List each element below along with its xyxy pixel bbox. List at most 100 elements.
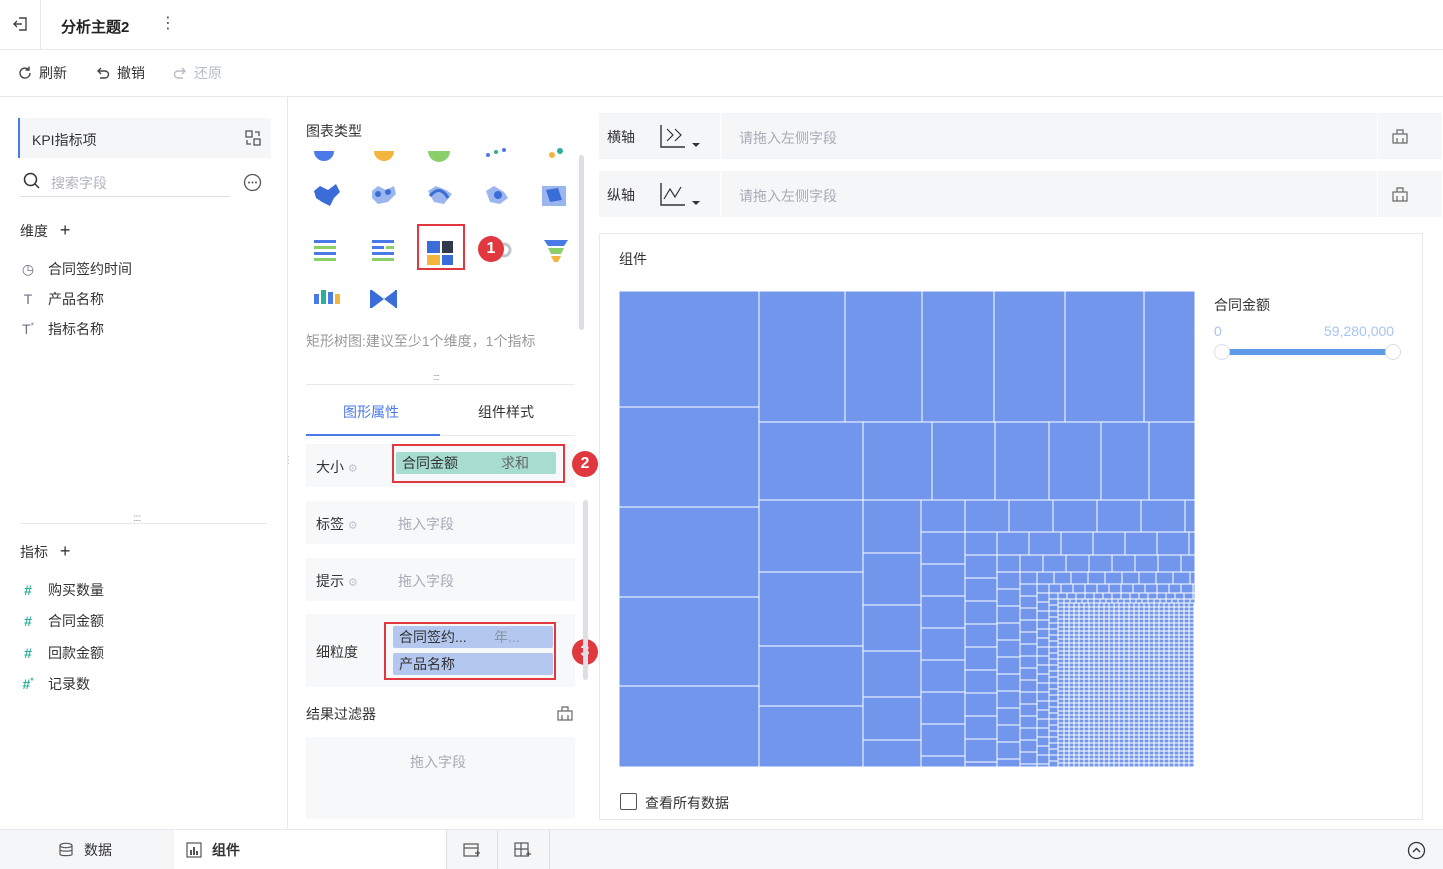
treemap-tile[interactable] — [1103, 730, 1110, 736]
treemap-tile[interactable] — [1057, 622, 1065, 628]
treemap-tile[interactable] — [1083, 606, 1090, 612]
treemap-tile[interactable] — [1158, 626, 1165, 632]
treemap-tile[interactable] — [1153, 718, 1160, 724]
add-metric-icon[interactable]: + — [60, 541, 71, 561]
treemap-tile[interactable] — [1072, 583, 1086, 594]
treemap-tile[interactable] — [619, 506, 760, 598]
treemap-tile[interactable] — [1133, 622, 1140, 628]
treemap-tile[interactable] — [1108, 718, 1115, 724]
treemap-tile[interactable] — [1057, 722, 1065, 728]
treemap-tile[interactable] — [1188, 642, 1195, 648]
treemap-tile[interactable] — [1083, 702, 1090, 708]
treemap-tile[interactable] — [1143, 690, 1150, 696]
treemap-tile[interactable] — [1138, 670, 1145, 676]
treemap-tile[interactable] — [1128, 718, 1135, 724]
treemap-tile[interactable] — [1118, 606, 1125, 612]
treemap-tile[interactable] — [1113, 726, 1120, 732]
treemap-tile[interactable] — [1128, 750, 1135, 756]
treemap-tile[interactable] — [1180, 554, 1195, 573]
treemap-tile[interactable] — [1193, 698, 1195, 704]
treemap-tile[interactable] — [1088, 698, 1095, 704]
treemap-tile[interactable] — [1173, 630, 1180, 636]
treemap-tile[interactable] — [1103, 666, 1110, 672]
treemap-tile[interactable] — [1155, 571, 1174, 585]
treemap-tile[interactable] — [1118, 602, 1125, 608]
treemap-tile[interactable] — [1133, 630, 1140, 636]
treemap-tile[interactable] — [1118, 694, 1125, 700]
treemap-tile[interactable] — [1063, 610, 1070, 616]
treemap-tile[interactable] — [1078, 698, 1085, 704]
treemap-tile[interactable] — [1163, 750, 1170, 756]
treemap-tile[interactable] — [1103, 738, 1110, 744]
treemap-tile[interactable] — [1153, 622, 1160, 628]
treemap-tile[interactable] — [1068, 738, 1075, 744]
treemap-tile[interactable] — [1133, 758, 1140, 764]
treemap-tile[interactable] — [1143, 638, 1150, 644]
treemap-tile[interactable] — [1173, 690, 1180, 696]
treemap-tile[interactable] — [1138, 730, 1145, 736]
treemap-tile[interactable] — [1118, 710, 1125, 716]
treemap-tile[interactable] — [758, 645, 864, 707]
treemap-tile[interactable] — [1128, 670, 1135, 676]
cross-table-icon[interactable] — [372, 240, 394, 261]
treemap-tile[interactable] — [1173, 734, 1180, 740]
treemap-tile[interactable] — [1128, 706, 1135, 712]
treemap-tile[interactable] — [1153, 702, 1160, 708]
treemap-tile[interactable] — [1083, 746, 1090, 752]
treemap-tile[interactable] — [1143, 706, 1150, 712]
treemap-tile[interactable] — [1148, 734, 1155, 740]
treemap-tile[interactable] — [1063, 742, 1070, 748]
treemap-tile[interactable] — [1153, 658, 1160, 664]
treemap-tile[interactable] — [1103, 762, 1110, 767]
treemap-tile[interactable] — [1078, 726, 1085, 732]
treemap-tile[interactable] — [1188, 742, 1195, 748]
treemap-tile[interactable] — [1133, 730, 1140, 736]
treemap-tile[interactable] — [1108, 682, 1115, 688]
treemap-tile[interactable] — [1063, 706, 1070, 712]
treemap-tile[interactable] — [1188, 686, 1195, 692]
treemap-tile[interactable] — [1118, 678, 1125, 684]
treemap-tile[interactable] — [1098, 642, 1105, 648]
treemap-tile[interactable] — [1138, 754, 1145, 760]
treemap-tile[interactable] — [1118, 690, 1125, 696]
treemap-tile[interactable] — [1143, 674, 1150, 680]
treemap-tile[interactable] — [1183, 650, 1190, 656]
treemap-tile[interactable] — [1036, 736, 1050, 747]
treemap-tile[interactable] — [1168, 706, 1175, 712]
treemap-tile[interactable] — [1158, 606, 1165, 612]
treemap-tile[interactable] — [1103, 626, 1110, 632]
treemap-tile[interactable] — [1123, 702, 1130, 708]
treemap-tile[interactable] — [1193, 602, 1195, 608]
treemap-tile[interactable] — [1083, 730, 1090, 736]
treemap-tile[interactable] — [1117, 598, 1125, 604]
treemap-tile[interactable] — [1093, 734, 1100, 740]
treemap-tile[interactable] — [1103, 726, 1110, 732]
treemap-tile[interactable] — [1158, 630, 1165, 636]
treemap-tile[interactable] — [1183, 678, 1190, 684]
treemap-tile[interactable] — [1008, 499, 1054, 533]
treemap-tile[interactable] — [1098, 698, 1105, 704]
treemap-tile[interactable] — [1103, 714, 1110, 720]
treemap-tile[interactable] — [1108, 622, 1115, 628]
treemap-tile[interactable] — [1173, 654, 1180, 660]
treemap-tile[interactable] — [1088, 670, 1095, 676]
treemap-tile[interactable] — [1068, 622, 1075, 628]
treemap-tile[interactable] — [996, 622, 1021, 641]
treemap-tile[interactable] — [1173, 602, 1180, 608]
treemap-tile[interactable] — [1163, 746, 1170, 752]
treemap-tile[interactable] — [1098, 718, 1105, 724]
treemap-tile[interactable] — [1048, 700, 1059, 708]
treemap-tile[interactable] — [1064, 291, 1145, 423]
treemap-tile[interactable] — [1188, 710, 1195, 716]
treemap-tile[interactable] — [1098, 754, 1105, 760]
treemap-tile[interactable] — [1153, 742, 1160, 748]
treemap-tile[interactable] — [1163, 626, 1170, 632]
treemap-tile[interactable] — [1123, 654, 1130, 660]
treemap-tile[interactable] — [1148, 618, 1155, 624]
treemap-tile[interactable] — [1188, 658, 1195, 664]
treemap-tile[interactable] — [1138, 650, 1145, 656]
treemap-tile[interactable] — [1178, 690, 1185, 696]
treemap-tile[interactable] — [1178, 614, 1185, 620]
treemap-tile[interactable] — [1113, 762, 1120, 767]
treemap-tile[interactable] — [1153, 610, 1160, 616]
